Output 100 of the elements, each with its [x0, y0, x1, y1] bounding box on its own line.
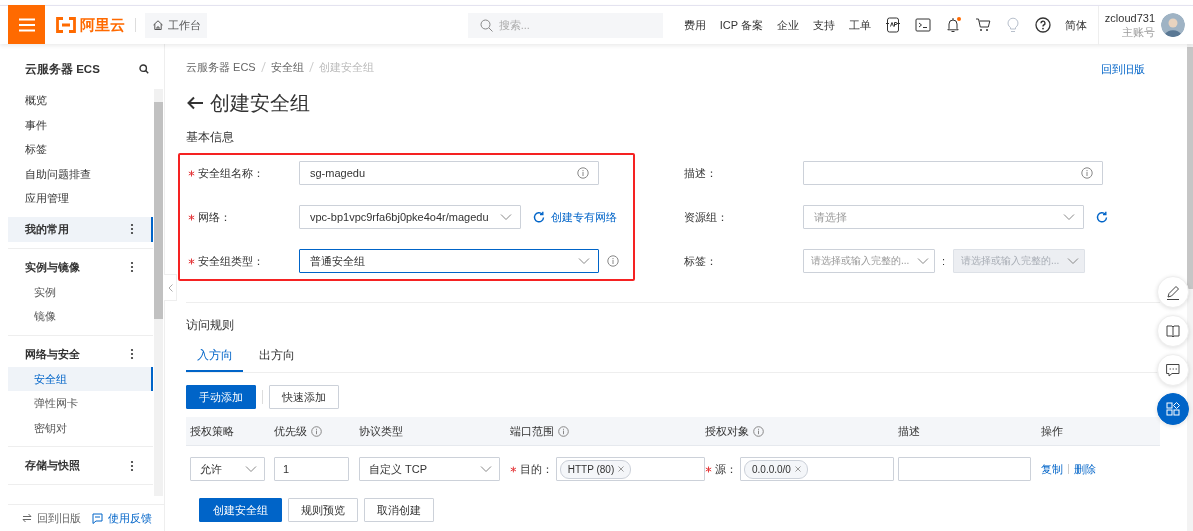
refresh-icon[interactable] [1096, 211, 1108, 223]
nav-link[interactable]: 企业 [776, 17, 799, 33]
username[interactable]: zcloud731 [1104, 11, 1155, 25]
dropdown[interactable]: 允许 [190, 457, 265, 481]
field-label: 目的： [519, 461, 553, 477]
text-field[interactable]: 1 [274, 457, 349, 481]
group-title: 我的常用 [25, 221, 69, 237]
bell-icon[interactable] [944, 17, 961, 33]
column-header: 描述 [898, 423, 920, 439]
home-icon [151, 19, 164, 31]
group-title: 网络与安全 [25, 346, 80, 362]
nav-link[interactable]: ICP 备案 [719, 17, 763, 33]
sidebar-group-header[interactable]: 我的常用 [8, 216, 153, 242]
nav-link[interactable]: 支持 [812, 17, 835, 33]
language-link[interactable]: 简体 [1064, 17, 1087, 33]
search-icon [479, 18, 493, 32]
terminal-icon[interactable] [914, 17, 931, 33]
primary-button[interactable]: 创建安全组 [199, 498, 282, 522]
field-label: 网络： [198, 209, 231, 225]
logo-text: 阿里云 [80, 15, 125, 35]
more-icon[interactable] [130, 459, 134, 472]
account-type: 主账号 [1122, 25, 1155, 39]
tag[interactable]: HTTP (80) [559, 459, 632, 479]
breadcrumb-link[interactable]: 云服务器 ECS [186, 59, 256, 74]
chevron-down-icon [1063, 213, 1075, 221]
button[interactable]: 取消创建 [364, 498, 434, 522]
search-icon[interactable] [139, 64, 149, 74]
sidebar-item[interactable]: 镜像 [8, 304, 153, 329]
sidebar-item[interactable]: 自助问题排查 [8, 161, 153, 186]
text-field[interactable] [898, 457, 1031, 481]
primary-button[interactable]: 手动添加 [186, 385, 256, 409]
nav-link[interactable]: 费用 [683, 17, 706, 33]
tag-input-field[interactable]: HTTP (80) [555, 457, 705, 481]
chevron-down-icon [245, 465, 257, 473]
old-version-link[interactable]: 回到旧版 [1101, 56, 1145, 77]
sidebar-item[interactable]: 实例 [8, 279, 153, 304]
tab[interactable]: 出方向 [249, 341, 305, 372]
close-icon[interactable] [793, 465, 802, 473]
cart-icon[interactable] [974, 17, 991, 33]
button[interactable]: 规则预览 [288, 498, 358, 522]
app-icon[interactable] [884, 17, 901, 33]
section-title: 基本信息 [186, 130, 235, 144]
sidebar-group-header[interactable]: 网络与安全 [8, 341, 153, 367]
sidebar-item[interactable]: 安全组 [8, 366, 153, 391]
tag-text: HTTP (80) [567, 463, 615, 475]
scrollbar[interactable] [154, 89, 163, 496]
scrollbar[interactable] [1187, 44, 1193, 531]
sidebar-item[interactable]: 密钥对 [8, 415, 153, 440]
action-link[interactable]: 复制 [1041, 461, 1063, 477]
breadcrumb-link[interactable]: 安全组 [270, 59, 304, 74]
field-label: 安全组类型： [198, 253, 264, 269]
field-label: 安全组名称： [198, 165, 264, 181]
floating-tool-button[interactable] [1157, 393, 1189, 425]
group-title: 实例与镜像 [25, 259, 80, 275]
refresh-icon[interactable] [533, 211, 545, 223]
avatar[interactable] [1161, 13, 1185, 37]
sidebar-item[interactable]: 应用管理 [8, 186, 153, 211]
field-label: 资源组： [684, 209, 728, 225]
nav-link[interactable]: 工单 [848, 17, 871, 33]
create-vpc-link[interactable]: 创建专有网络 [551, 209, 617, 225]
dropdown[interactable]: 自定义 TCP [359, 457, 500, 481]
pencil-icon [1165, 284, 1181, 300]
tab[interactable]: 入方向 [186, 341, 243, 372]
action-link[interactable]: 删除 [1074, 461, 1096, 477]
field-label: 描述： [684, 165, 717, 181]
collapse-handle[interactable] [164, 274, 177, 301]
info-icon [1081, 167, 1093, 179]
sidebar-item[interactable]: 事件 [8, 112, 153, 137]
dropdown[interactable]: 普通安全组 [299, 249, 599, 273]
sidebar-group-header[interactable]: 实例与镜像 [8, 254, 153, 280]
sidebar-title: 云服务器 ECS [25, 61, 100, 77]
text-field[interactable] [803, 161, 1103, 185]
more-icon[interactable] [130, 223, 134, 235]
text-field[interactable]: sg-magedu [299, 161, 599, 185]
help-icon[interactable] [1034, 17, 1051, 33]
sidebar-group-header[interactable]: 存储与快照 [8, 453, 153, 478]
menu-button[interactable] [8, 5, 45, 44]
dropdown[interactable]: vpc-bp1vpc9rfa6bj0pke4o4r/magedu [299, 205, 521, 229]
sidebar-item[interactable]: 概览 [8, 88, 153, 113]
back-to-old-link[interactable]: 回到旧版 [22, 510, 81, 526]
chevron-left-icon [167, 283, 173, 292]
workbench-button[interactable]: 工作台 [145, 12, 207, 38]
back-arrow-icon[interactable] [186, 96, 204, 110]
button[interactable]: 快速添加 [269, 385, 339, 409]
search-field[interactable]: 搜索... [467, 12, 663, 38]
tag-input-field[interactable]: 0.0.0.0/0 [740, 457, 894, 481]
feedback-link[interactable]: 使用反馈 [92, 510, 152, 526]
sidebar-item[interactable]: 弹性网卡 [8, 391, 153, 416]
chevron-down-icon [578, 257, 590, 265]
chevron-down-icon [500, 213, 512, 221]
more-icon[interactable] [130, 348, 134, 360]
chat-icon [1165, 362, 1181, 378]
close-icon[interactable] [617, 465, 626, 473]
more-icon[interactable] [130, 261, 134, 273]
column-header: 操作 [1041, 423, 1063, 439]
chevron-down-icon [917, 257, 929, 265]
column-header: 优先级 [274, 423, 307, 439]
bracket-logo-icon [54, 16, 78, 34]
tag[interactable]: 0.0.0.0/0 [744, 459, 808, 479]
sidebar-item[interactable]: 标签 [8, 137, 153, 162]
